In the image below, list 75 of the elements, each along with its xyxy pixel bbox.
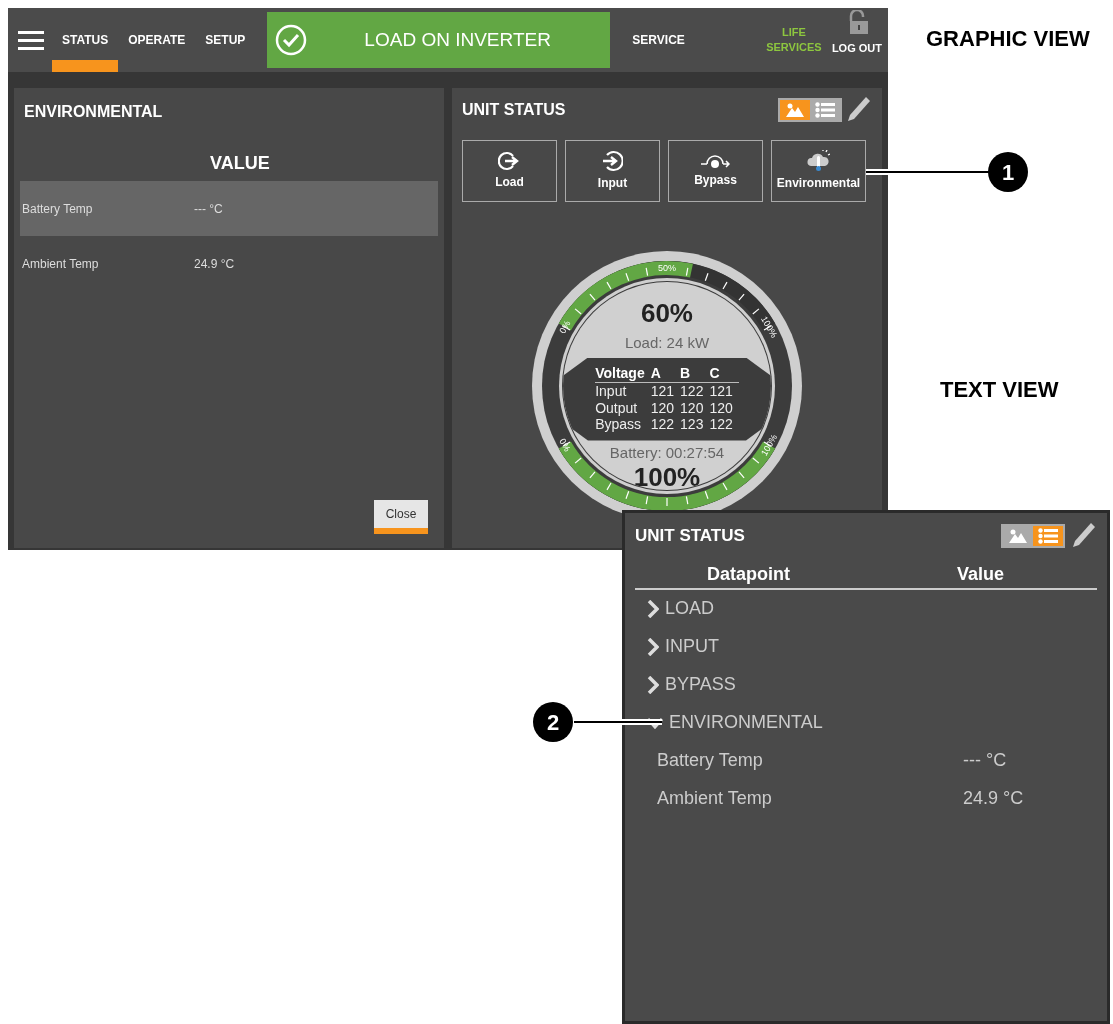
arc-arrow-icon: [700, 153, 731, 169]
table-cell-text: 122: [650, 416, 676, 434]
chevron-right-icon: [647, 675, 659, 694]
nav-tab[interactable]: STATUS: [52, 8, 119, 72]
check-icon: [275, 24, 308, 56]
status-text: LOAD ON INVERTER: [364, 27, 551, 52]
table-cell: 122: [680, 382, 710, 400]
image-icon: [786, 103, 804, 117]
callout-label: GRAPHIC VIEW: [926, 25, 1090, 53]
panel-title: ENVIRONMENTAL: [24, 102, 164, 122]
table-cell-text: 120: [650, 399, 676, 417]
close-button[interactable]: Close: [374, 500, 428, 534]
datapoint-value: --- °C: [963, 749, 1007, 772]
table-cell-text: 120: [709, 399, 734, 417]
table-cell: 121: [709, 382, 739, 400]
column-header: A: [650, 364, 681, 383]
tree-row[interactable]: ENVIRONMENTAL: [635, 703, 1097, 742]
column-header: VALUE: [210, 152, 271, 175]
image-icon: [1009, 528, 1027, 543]
chevron-right-icon: [647, 637, 659, 656]
callout-number: 1: [988, 152, 1028, 192]
datapoint-label: Ambient Temp: [657, 787, 773, 810]
nav-tab[interactable]: SETUP: [195, 8, 256, 72]
life-services-link[interactable]: LIFE SERVICES: [763, 25, 824, 55]
text-view-button[interactable]: [1033, 525, 1063, 546]
column-header: C: [709, 364, 739, 383]
table-cell-text: 123: [680, 416, 705, 434]
tree-row[interactable]: LOAD: [635, 589, 1097, 628]
chevron-down-icon: [647, 716, 663, 729]
service-link[interactable]: SERVICE: [632, 31, 685, 49]
gauge-value: 100%: [633, 464, 701, 490]
callout-label: TEXT VIEW: [940, 376, 1059, 404]
row-value: --- °C: [194, 200, 223, 218]
table-cell: Output: [595, 399, 651, 417]
callout-number: 2: [533, 702, 573, 742]
row-label: Ambient Temp: [21, 255, 100, 273]
table-row[interactable]: Ambient Temp 24.9 °C: [20, 236, 438, 291]
tree-row[interactable]: INPUT: [635, 627, 1097, 666]
scale-label: 50%: [658, 263, 676, 273]
bypass-button[interactable]: Bypass: [668, 140, 763, 202]
enter-arrow-icon: [601, 150, 624, 172]
datapoint-label: Battery Temp: [657, 749, 764, 772]
table-cell: 121: [650, 382, 681, 400]
table-cell-text: 120: [680, 399, 705, 417]
row-label: Battery Temp: [21, 200, 94, 218]
column-header: B: [680, 364, 710, 383]
panel-title: UNIT STATUS: [462, 100, 567, 120]
nav-tab[interactable]: OPERATE: [118, 8, 196, 72]
cloud-thermometer-icon: [806, 150, 831, 172]
environmental-button[interactable]: Environmental: [771, 140, 866, 202]
input-button[interactable]: Input: [565, 140, 660, 202]
tree-row[interactable]: BYPASS: [635, 665, 1097, 704]
menu-icon[interactable]: [18, 30, 44, 50]
column-header: Voltage: [595, 364, 651, 383]
logout-button[interactable]: LOG OUT: [823, 8, 888, 72]
datapoint-value: 24.9 °C: [963, 787, 1024, 810]
chevron-right-icon: [647, 599, 659, 618]
list-icon: [815, 102, 835, 118]
table-cell-text: 122: [709, 416, 734, 434]
table-cell: Input: [595, 382, 651, 400]
gauge-caption: Load: 24 kW: [624, 333, 710, 353]
scale-label: 0%: [557, 318, 573, 336]
gauge-value: 60%: [640, 300, 693, 326]
gauge-caption: Battery: 00:27:54: [609, 442, 725, 463]
scale-label: 0%: [557, 436, 573, 454]
table-cell: Bypass: [595, 416, 651, 434]
graphic-view-button[interactable]: [780, 100, 810, 120]
load-button[interactable]: Load: [462, 140, 557, 202]
list-icon: [1038, 527, 1058, 544]
column-header: Datapoint: [707, 562, 791, 586]
column-header: Value: [957, 562, 1005, 586]
panel-title: UNIT STATUS: [635, 525, 746, 547]
row-value: 24.9 °C: [194, 255, 235, 273]
exit-arrow-icon: [498, 151, 521, 171]
table-row[interactable]: Battery Temp --- °C: [20, 181, 438, 236]
